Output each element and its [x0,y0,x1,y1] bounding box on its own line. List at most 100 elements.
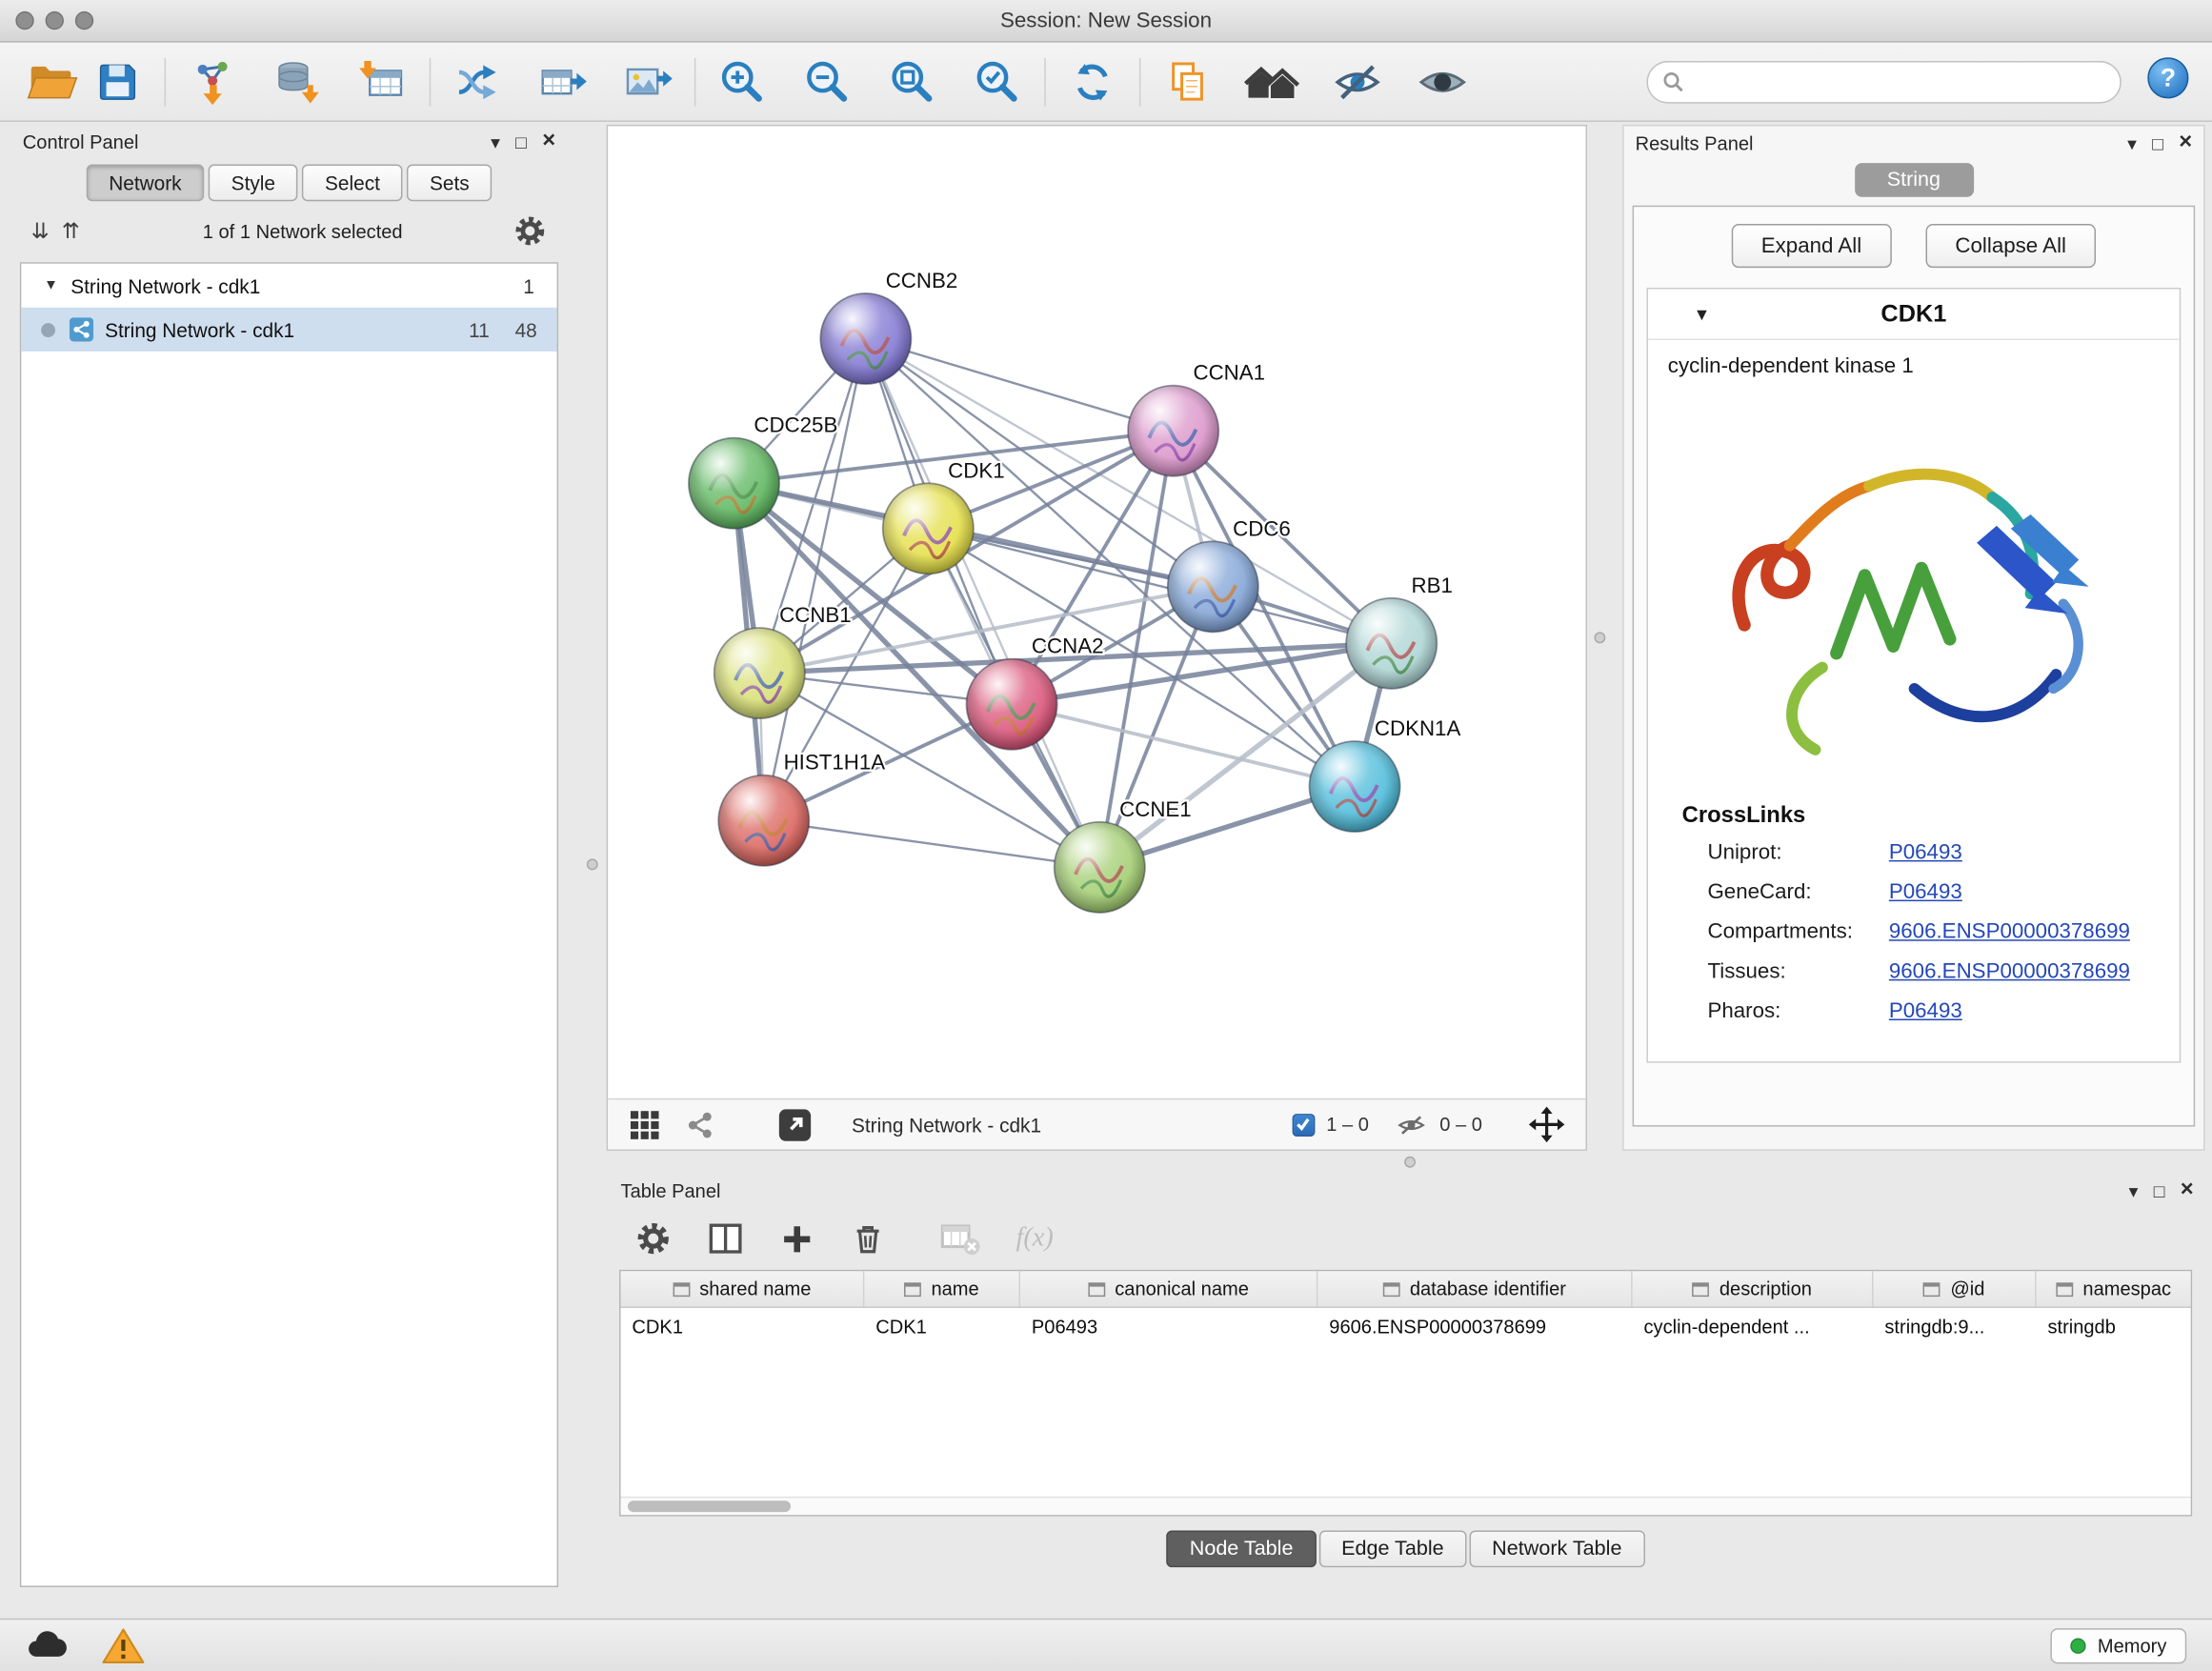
tab-network[interactable]: Network [86,165,204,202]
show-columns-icon[interactable] [706,1218,746,1258]
export-image-button[interactable] [615,49,680,113]
open-external-icon[interactable] [775,1105,815,1145]
share-network-icon[interactable] [684,1109,715,1140]
crosslink-link[interactable]: 9606.ENSP00000378699 [1889,919,2130,943]
selected-checkbox[interactable] [1293,1113,1316,1136]
tab-edge-table[interactable]: Edge Table [1318,1531,1466,1568]
save-icon [93,57,142,106]
import-table-button[interactable] [350,49,414,113]
network-node-CDKN1A[interactable] [1309,741,1399,832]
network-view[interactable]: CCNB2 CCNA1 CDC25B CDK1 [607,125,1587,1151]
table-row[interactable]: CDK1CDK1P064939606.ENSP00000378699cyclin… [621,1308,2191,1345]
main-toolbar: ? [0,43,2212,122]
gear-icon[interactable] [513,214,547,249]
network-node-CCNE1[interactable] [1055,822,1145,913]
save-session-button[interactable] [85,49,150,113]
column-header-canonical-name[interactable]: canonical name [1020,1271,1317,1306]
splitter-handle[interactable] [1404,1157,1416,1168]
panel-close-icon[interactable]: × [2179,131,2192,154]
warning-icon[interactable] [102,1626,145,1664]
import-network-file-button[interactable] [180,49,245,113]
panel-close-icon[interactable]: × [542,131,555,153]
crosslink-link[interactable]: P06493 [1889,840,1962,864]
search-input[interactable] [1694,70,2106,91]
column-type-icon [904,1281,921,1296]
column-header-namespac[interactable]: namespac [2037,1271,2191,1306]
crosslink-row: Uniprot:P06493 [1707,840,2179,864]
network-row[interactable]: String Network - cdk1 11 48 [21,308,556,352]
column-header-shared-name[interactable]: shared name [621,1271,865,1306]
gene-section-header[interactable]: ▼ CDK1 [1648,289,2180,340]
column-header-database-identifier[interactable]: database identifier [1317,1271,1632,1306]
tab-node-table[interactable]: Node Table [1167,1531,1316,1568]
annotations-button[interactable] [1155,49,1219,113]
panel-float-icon[interactable]: □ [2154,1181,2165,1199]
export-table-button[interactable] [530,49,594,113]
scrollbar-thumb[interactable] [628,1500,791,1512]
tab-select[interactable]: Select [302,165,402,202]
expand-all-button[interactable]: Expand All [1732,224,1892,268]
panel-menu-icon[interactable]: ▾ [491,132,500,151]
pan-move-icon[interactable] [1528,1105,1566,1143]
tab-sets[interactable]: Sets [407,165,492,202]
crosslink-link[interactable]: 9606.ENSP00000378699 [1889,959,2130,983]
network-canvas[interactable]: CCNB2 CCNA1 CDC25B CDK1 [608,126,1585,1097]
column-type-icon [1693,1281,1710,1296]
memory-button[interactable]: Memory [2051,1627,2186,1662]
column-header-description[interactable]: description [1633,1271,1874,1306]
collapse-all-icon[interactable]: ⇊ [31,218,50,244]
panel-float-icon[interactable]: □ [2152,134,2163,152]
zoom-fit-button[interactable] [880,49,945,113]
home-button[interactable] [1240,49,1305,113]
network-node-CCNA2[interactable] [966,659,1056,750]
network-merge-button[interactable] [445,49,510,113]
network-node-CCNB2[interactable] [820,293,911,384]
crosslink-link[interactable]: P06493 [1889,880,1962,904]
network-node-HIST1H1A[interactable] [718,775,809,866]
tab-network-table[interactable]: Network Table [1469,1531,1644,1568]
zoom-in-button[interactable] [710,49,774,113]
control-panel-header: Control Panel ▾ □ × [11,125,567,159]
network-node-CDC6[interactable] [1168,541,1258,632]
column-header-name[interactable]: name [864,1271,1020,1306]
collapse-all-button[interactable]: Collapse All [1925,224,2096,268]
network-node-CCNB1[interactable] [714,628,805,718]
table-cell: 9606.ENSP00000378699 [1317,1316,1632,1337]
tree-expander-icon[interactable]: ▼ [44,278,58,293]
open-session-button[interactable] [20,49,85,113]
delete-column-icon[interactable] [849,1219,887,1258]
zoom-selected-button[interactable] [965,49,1030,113]
help-button[interactable]: ? [2144,54,2193,110]
panel-menu-icon[interactable]: ▾ [2127,134,2137,152]
birdseye-grid-icon[interactable] [628,1107,662,1141]
table-settings-gear-icon[interactable] [634,1220,672,1258]
table-panel: Table Panel ▾ □ × f(x) shared namenameca… [607,1174,2205,1613]
horizontal-scrollbar[interactable] [621,1497,2191,1515]
network-node-CDC25B[interactable] [689,438,779,529]
expand-all-icon[interactable]: ⇈ [62,218,80,244]
network-collection-row[interactable]: ▼ String Network - cdk1 1 [21,264,556,308]
cloud-status-icon[interactable] [26,1628,69,1662]
network-node-CDK1[interactable] [883,483,974,574]
hide-selected-button[interactable] [1325,49,1390,113]
apply-layout-button[interactable] [1060,49,1125,113]
panel-float-icon[interactable]: □ [515,132,527,151]
splitter-handle[interactable] [1594,632,1605,643]
table-cell: stringdb [2037,1316,2179,1337]
tab-style[interactable]: Style [209,165,298,202]
column-header-@id[interactable]: @id [1873,1271,2036,1306]
import-network-database-button[interactable] [265,49,330,113]
collapse-caret-icon[interactable]: ▼ [1694,304,1711,324]
add-column-icon[interactable] [779,1220,814,1256]
network-node-RB1[interactable] [1346,598,1437,689]
show-all-button[interactable] [1410,49,1475,113]
crosslink-link[interactable]: P06493 [1889,999,1962,1023]
panel-close-icon[interactable]: × [2181,1179,2194,1202]
network-node-CCNA1[interactable] [1128,386,1218,476]
zoom-out-button[interactable] [794,49,859,113]
table-toolbar: f(x) [607,1207,2205,1269]
tab-string[interactable]: String [1854,163,1973,197]
collection-count: 1 [523,274,534,297]
splitter-handle[interactable] [587,858,598,870]
panel-menu-icon[interactable]: ▾ [2129,1181,2139,1199]
